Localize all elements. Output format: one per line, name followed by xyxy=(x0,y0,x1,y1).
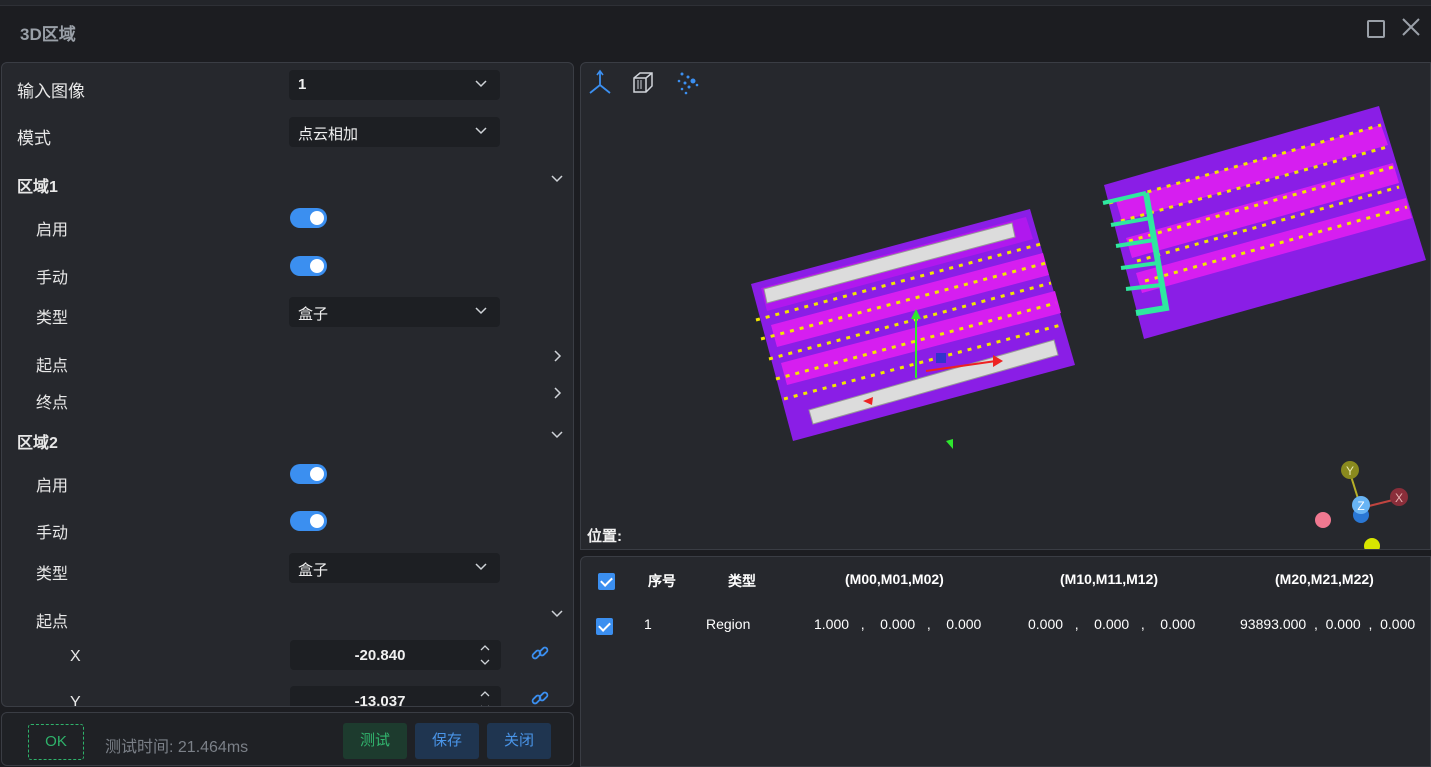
region2-enable-toggle[interactable] xyxy=(290,464,327,484)
region1-type-row: 类型 盒子 xyxy=(2,297,573,333)
region1-enable-toggle[interactable] xyxy=(290,208,327,228)
chevron-right-icon xyxy=(554,350,562,362)
ok-button[interactable]: OK xyxy=(28,724,84,760)
chevron-down-icon xyxy=(551,610,563,618)
y-value: -13.037 xyxy=(354,693,406,707)
title-bar: 3D区域 xyxy=(0,6,1431,56)
row-checkbox[interactable] xyxy=(596,618,613,635)
region1-start-label: 起点 xyxy=(36,358,69,375)
spinner-icon[interactable] xyxy=(479,688,491,707)
region2-label: 区域2 xyxy=(17,435,58,452)
region2-manual-label: 手动 xyxy=(36,525,69,542)
input-image-select[interactable]: 1 xyxy=(289,70,500,100)
test-button[interactable]: 测试 xyxy=(343,723,407,759)
region2-start-label: 起点 xyxy=(36,614,69,631)
region1-type-select[interactable]: 盒子 xyxy=(289,297,500,327)
region-table: 序号 类型 (M00,M01,M02) (M10,M11,M12) (M20,M… xyxy=(580,556,1431,767)
region2-type-value: 盒子 xyxy=(298,562,329,579)
axis-gizmo[interactable]: Y X Z xyxy=(1315,461,1408,550)
chevron-right-icon xyxy=(554,387,562,399)
axis-z-label: Z xyxy=(1357,499,1364,513)
mode-select[interactable]: 点云相加 xyxy=(289,117,500,147)
point-cloud-object-right xyxy=(1102,106,1426,339)
chevron-down-icon xyxy=(551,175,563,183)
input-image-label: 输入图像 xyxy=(17,82,85,101)
chevron-down-icon xyxy=(475,80,487,88)
region2-y-row: Y -13.037 xyxy=(2,685,573,707)
point-cloud-render: Y X Z xyxy=(751,106,1426,550)
header-m2: (M20,M21,M22) xyxy=(1275,571,1374,587)
chevron-down-icon xyxy=(551,431,563,439)
chevron-down-icon xyxy=(475,127,487,135)
region2-manual-row: 手动 xyxy=(2,511,573,547)
region2-x-row: X -20.840 xyxy=(2,639,573,675)
header-type: 类型 xyxy=(728,573,756,589)
point-cloud-object-left xyxy=(751,209,1075,449)
y-number-input[interactable]: -13.037 xyxy=(290,686,501,707)
mode-value: 点云相加 xyxy=(298,126,359,143)
region1-enable-label: 启用 xyxy=(36,222,69,239)
x-label: X xyxy=(70,648,81,665)
region1-manual-toggle[interactable] xyxy=(290,256,327,276)
dialog-window: 3D区域 输入图像 1 模式 点云相加 区域1 启用 手动 类型 盒子 起点 终… xyxy=(0,0,1431,767)
close-window-button[interactable] xyxy=(1400,16,1422,40)
header-index: 序号 xyxy=(648,573,676,589)
select-all-checkbox[interactable] xyxy=(598,573,615,590)
header-m0: (M00,M01,M02) xyxy=(845,571,944,587)
cell-m2: 93893.000 , 0.000 , 0.000 xyxy=(1240,616,1416,632)
region2-header[interactable]: 区域2 xyxy=(2,421,573,457)
region1-header[interactable]: 区域1 xyxy=(2,165,573,201)
region1-manual-label: 手动 xyxy=(36,270,69,287)
x-value: -20.840 xyxy=(354,647,406,664)
region1-end-row[interactable]: 终点 xyxy=(2,381,573,417)
header-m1: (M10,M11,M12) xyxy=(1060,571,1159,587)
region2-enable-row: 启用 xyxy=(2,464,573,500)
cell-type: Region xyxy=(706,616,751,632)
cell-m0: 1.000 , 0.000 , 0.000 xyxy=(814,616,982,632)
region2-type-label: 类型 xyxy=(36,566,69,583)
maximize-button[interactable] xyxy=(1367,20,1385,38)
cell-m1: 0.000 , 0.000 , 0.000 xyxy=(1028,616,1196,632)
spinner-icon[interactable] xyxy=(479,642,491,668)
link-icon[interactable] xyxy=(530,689,550,707)
chevron-down-icon xyxy=(475,563,487,571)
position-label: 位置: xyxy=(587,528,622,545)
mode-label: 模式 xyxy=(17,129,51,148)
axis-y-label: Y xyxy=(1346,464,1354,478)
region1-type-label: 类型 xyxy=(36,310,69,327)
region1-start-row[interactable]: 起点 xyxy=(2,344,573,380)
axis-x-label: X xyxy=(1395,491,1403,505)
input-image-row: 输入图像 1 xyxy=(2,69,573,105)
close-icon xyxy=(1402,18,1420,36)
x-number-input[interactable]: -20.840 xyxy=(290,640,501,670)
region1-type-value: 盒子 xyxy=(298,306,329,323)
parameter-panel: 输入图像 1 模式 点云相加 区域1 启用 手动 类型 盒子 起点 终点 区域2… xyxy=(1,62,574,707)
region1-end-label: 终点 xyxy=(36,395,69,412)
region2-enable-label: 启用 xyxy=(36,478,69,495)
region1-manual-row: 手动 xyxy=(2,256,573,292)
link-icon[interactable] xyxy=(530,644,550,664)
region1-label: 区域1 xyxy=(17,179,58,196)
region2-type-row: 类型 盒子 xyxy=(2,553,573,589)
save-button[interactable]: 保存 xyxy=(415,723,479,759)
region2-type-select[interactable]: 盒子 xyxy=(289,553,500,583)
region1-enable-row: 启用 xyxy=(2,208,573,244)
region2-start-row[interactable]: 起点 xyxy=(2,600,573,636)
cell-index: 1 xyxy=(644,616,652,632)
footer-bar: OK 测试时间: 21.464ms 测试 保存 关闭 xyxy=(1,712,574,766)
window-title: 3D区域 xyxy=(20,25,76,44)
input-image-value: 1 xyxy=(298,76,307,93)
3d-viewer[interactable]: Y X Z 位置: xyxy=(580,62,1431,550)
close-button[interactable]: 关闭 xyxy=(487,723,551,759)
test-timing-text: 测试时间: 21.464ms xyxy=(105,739,249,756)
y-label: Y xyxy=(70,694,81,707)
chevron-down-icon xyxy=(475,307,487,315)
mode-row: 模式 点云相加 xyxy=(2,116,573,152)
region2-manual-toggle[interactable] xyxy=(290,511,327,531)
